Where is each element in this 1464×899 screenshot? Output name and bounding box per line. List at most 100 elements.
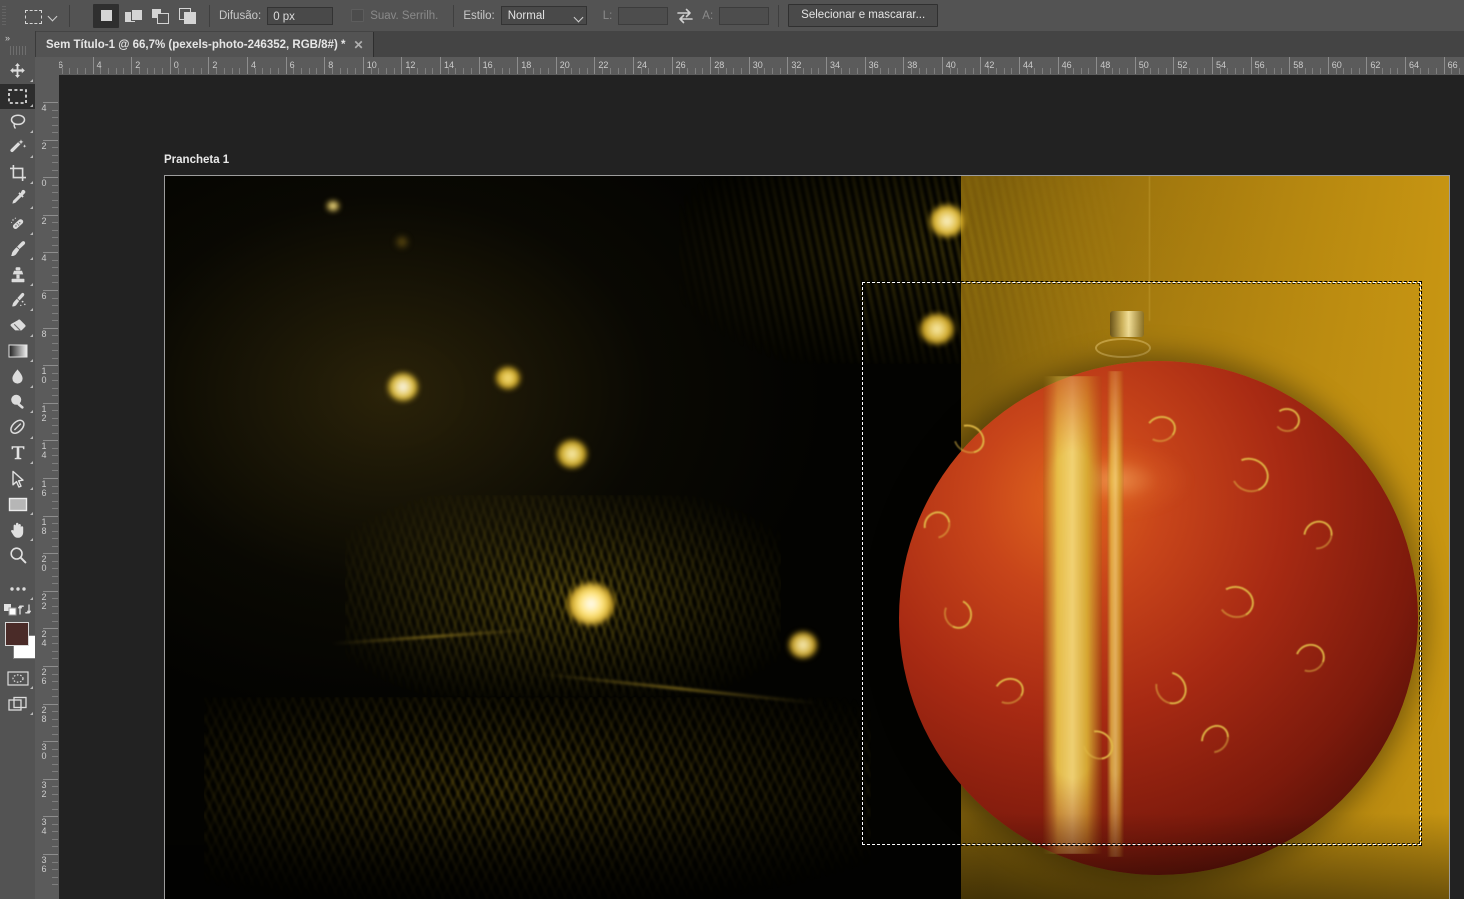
tools-panel: » (0, 31, 37, 899)
lasso-tool[interactable] (0, 109, 35, 135)
select-and-mask-button[interactable]: Selecionar e mascarar... (788, 4, 939, 27)
ruler-minor-tick (656, 68, 658, 74)
ruler-minor-tick (52, 876, 58, 878)
ruler-minor-tick (52, 545, 58, 547)
move-tool[interactable] (0, 58, 35, 84)
artboard-label[interactable]: Prancheta 1 (164, 154, 229, 166)
ruler-minor-tick (52, 635, 58, 637)
gradient-tool[interactable] (0, 339, 35, 365)
eyedropper-tool[interactable] (0, 186, 35, 212)
ruler-tick (1405, 57, 1406, 74)
style-label: Estilo: (463, 9, 495, 22)
chevron-down-icon[interactable] (46, 5, 60, 27)
ruler-minor-tick (52, 335, 58, 337)
eraser-tool[interactable] (0, 313, 35, 339)
document-tab[interactable]: Sem Título-1 @ 66,7% (pexels-photo-24635… (35, 32, 374, 57)
tool-options-corner (30, 410, 33, 413)
close-icon[interactable]: ✕ (353, 39, 363, 51)
pen-tool[interactable] (0, 415, 35, 441)
ruler-minor-tick (602, 68, 604, 74)
horizontal-ruler[interactable]: 6420246810121416182022242628303234363840… (59, 57, 1464, 76)
foreground-color-swatch[interactable] (5, 621, 29, 646)
ruler-label: 10 (366, 60, 377, 70)
ruler-minor-tick (702, 68, 704, 74)
new-selection-icon (100, 10, 112, 21)
clone-stamp-tool[interactable] (0, 262, 35, 288)
ruler-minor-tick (532, 68, 534, 74)
ruler-corner[interactable] (35, 57, 60, 76)
ruler-minor-tick (162, 68, 164, 74)
intersect-with-selection-icon (179, 8, 196, 24)
quick-mask-tool[interactable] (0, 666, 35, 692)
width-input[interactable] (618, 6, 669, 25)
ruler-minor-tick (625, 68, 627, 74)
ruler-minor-tick (617, 68, 619, 74)
edit-toolbar-tool[interactable] (0, 576, 35, 602)
ruler-minor-tick (301, 68, 303, 74)
type-tool[interactable] (0, 441, 35, 467)
ruler-label: 4 (41, 253, 47, 264)
ruler-minor-tick (52, 688, 58, 690)
zoom-tool[interactable] (0, 543, 35, 569)
subtract-from-selection-button[interactable] (147, 4, 173, 28)
tool-preset-picker[interactable] (22, 5, 60, 27)
ruler-minor-tick (1011, 68, 1013, 74)
ruler-minor-tick (887, 68, 889, 74)
quick-selection-tool[interactable] (0, 135, 35, 161)
ruler-minor-tick (52, 568, 58, 570)
ruler-minor-tick (1420, 68, 1422, 74)
ruler-minor-tick (52, 718, 58, 720)
rectangular-marquee-tool[interactable] (0, 83, 35, 109)
tools-panel-collapse[interactable]: » (0, 31, 35, 45)
ruler-minor-tick (1435, 68, 1437, 74)
dodge-tool[interactable] (0, 390, 35, 416)
ruler-label: 3 0 (41, 742, 47, 762)
subtract-from-selection-icon (152, 8, 169, 24)
ruler-minor-tick (470, 68, 472, 74)
vertical-ruler[interactable]: 4 2 0 2 4 6 8 1 0 1 2 1 4 1 6 1 8 2 0 2 2 2 4 2 6 2 8 3 0… (35, 75, 60, 899)
default-colors-icon[interactable] (4, 603, 17, 616)
tool-options-corner (30, 537, 33, 541)
spot-healing-brush-tool[interactable] (0, 211, 35, 237)
ruler-minor-tick (52, 455, 58, 457)
rectangle-tool[interactable] (0, 492, 35, 518)
image-canvas[interactable] (164, 175, 1450, 899)
ruler-tick (710, 57, 712, 74)
tool-options-corner (30, 435, 33, 439)
ruler-tick (748, 57, 750, 74)
swap-width-height-icon[interactable] (675, 8, 695, 24)
hand-tool[interactable] (0, 517, 35, 543)
ruler-minor-tick (818, 68, 820, 74)
crop-tool[interactable] (0, 160, 35, 186)
ruler-minor-tick (52, 650, 58, 652)
blur-tool[interactable] (0, 364, 35, 390)
screen-mode-tool[interactable] (0, 691, 35, 717)
ruler-tick (440, 57, 441, 74)
path-selection-tool[interactable] (0, 466, 35, 492)
ruler-minor-tick (1196, 68, 1198, 74)
style-select[interactable]: Normal (500, 6, 587, 25)
ornament-cap (1110, 310, 1145, 337)
ruler-minor-tick (52, 259, 58, 261)
ruler-minor-tick (52, 884, 58, 886)
swap-colors-icon[interactable] (18, 603, 31, 616)
brush-tool[interactable] (0, 237, 35, 263)
ruler-tick (1019, 57, 1020, 74)
divider (69, 4, 70, 27)
anti-alias-checkbox[interactable] (351, 9, 365, 22)
add-to-selection-button[interactable] (120, 4, 146, 28)
ruler-minor-tick (52, 583, 58, 585)
ruler-minor-tick (52, 372, 58, 374)
document-canvas-area[interactable]: Prancheta 1 (59, 75, 1464, 899)
tools-panel-grip[interactable] (9, 46, 26, 55)
ruler-tick (1250, 57, 1252, 74)
height-input[interactable] (719, 6, 770, 25)
bokeh-light (789, 632, 818, 659)
history-brush-tool[interactable] (0, 288, 35, 314)
intersect-with-selection-button[interactable] (174, 4, 200, 28)
ruler-tick (478, 57, 480, 74)
new-selection-button[interactable] (93, 3, 119, 28)
tool-options-corner (30, 359, 33, 362)
feather-input[interactable]: 0 px (267, 6, 334, 25)
options-bar-grip[interactable] (2, 0, 10, 31)
